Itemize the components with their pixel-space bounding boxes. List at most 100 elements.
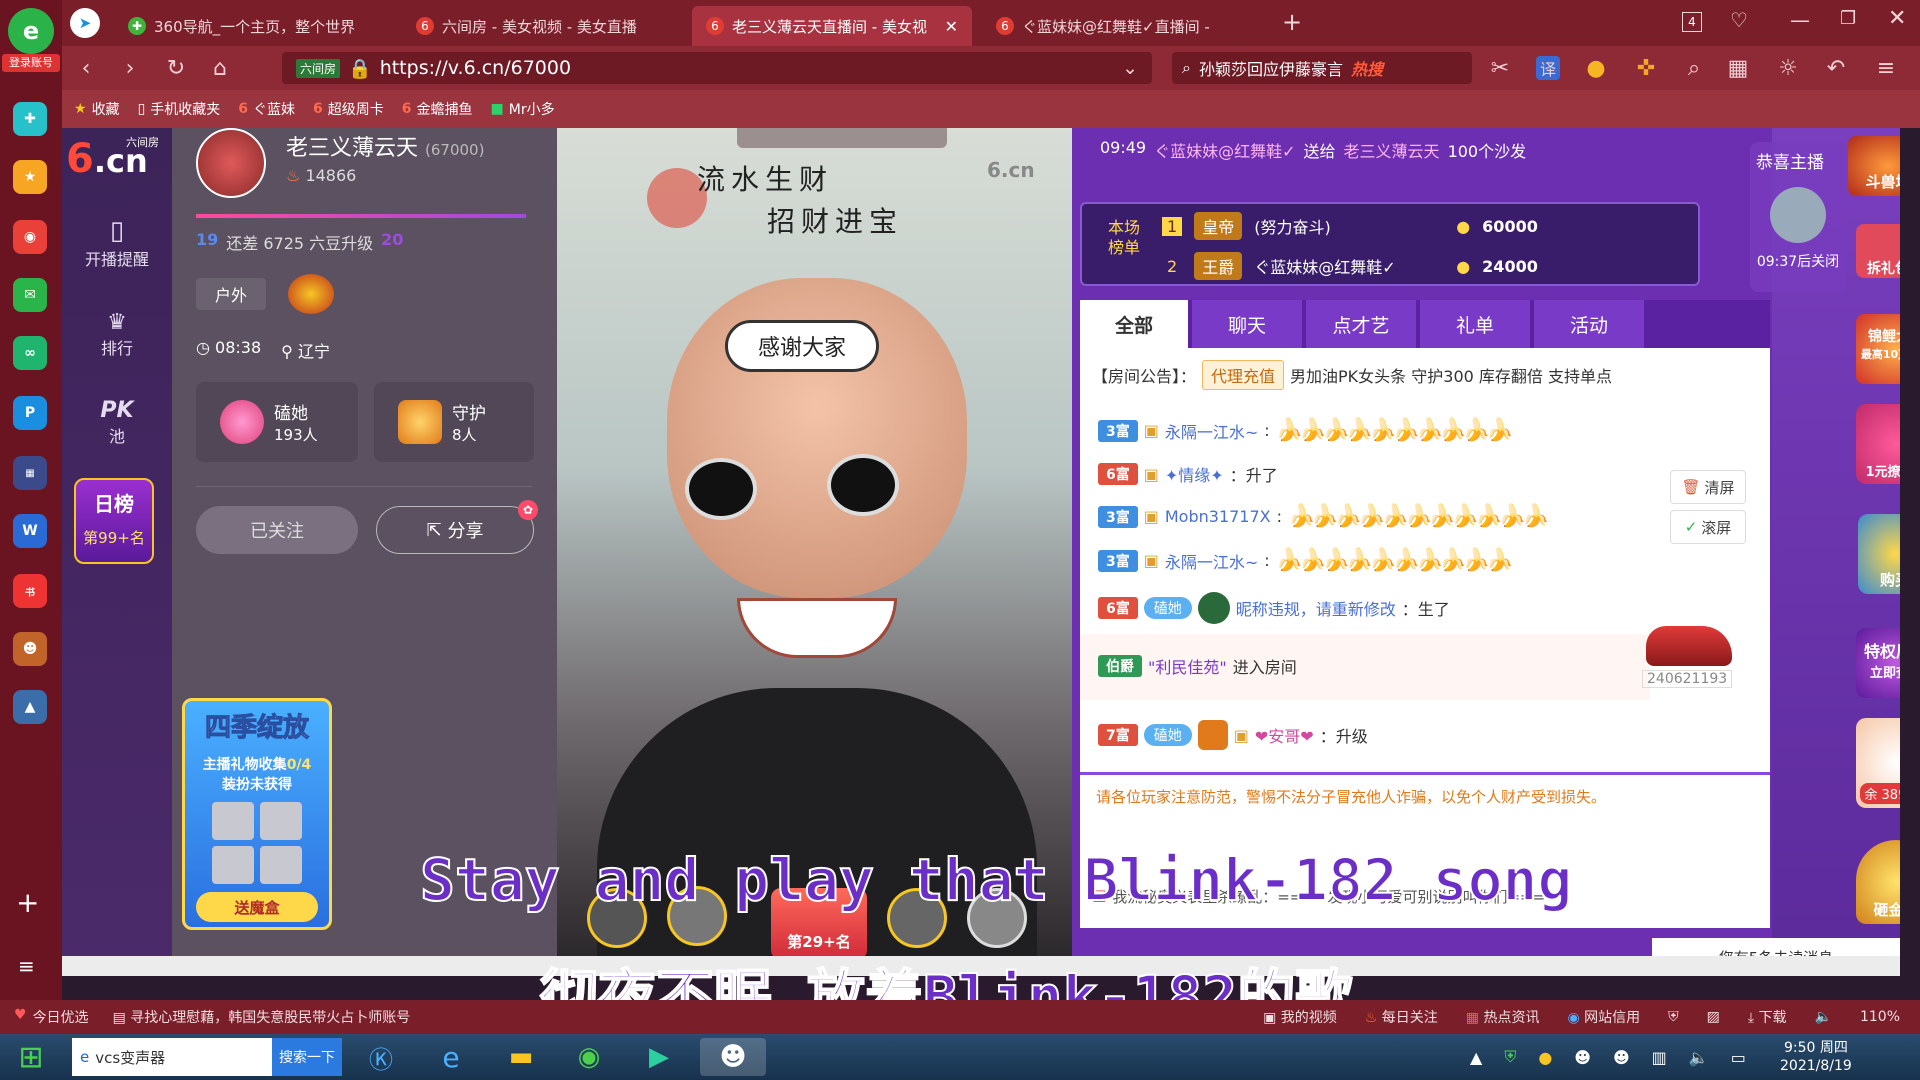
close-window-icon[interactable]: ✕ — [1888, 6, 1906, 31]
send-box-button[interactable]: 送魔盒 — [196, 892, 318, 922]
restore-icon[interactable]: ❐ — [1840, 8, 1856, 29]
network-icon[interactable]: ▥ — [1652, 1048, 1667, 1067]
brightness-icon[interactable]: ☼ — [1774, 54, 1802, 82]
notification-icon[interactable]: ▭ — [1731, 1048, 1746, 1067]
p-icon[interactable]: P — [13, 396, 47, 430]
url-field[interactable]: 六间房 🔒 https://v.6.cn/67000 ⌄ — [282, 52, 1152, 84]
bookmark-item[interactable]: 6 ぐ蓝妹 — [238, 99, 295, 119]
tab-count-badge[interactable]: 4 — [1682, 12, 1702, 32]
tab-current-room[interactable]: 6 老三义薄云天直播间 - 美女视 ✕ — [692, 6, 972, 46]
town-icon[interactable]: ▲ — [13, 690, 47, 724]
taskbar-search[interactable]: e vcs变声器 — [72, 1038, 272, 1076]
tray-app-icon[interactable]: ● — [1538, 1048, 1552, 1067]
buy-button[interactable]: 购买 — [1858, 514, 1900, 594]
guard-button[interactable]: 守护 8人 — [374, 382, 534, 462]
shop-icon[interactable]: 书 — [13, 574, 47, 608]
k-app-icon[interactable]: Ⓚ — [356, 1038, 406, 1076]
golden-egg-button[interactable]: 砸金蛋 — [1856, 840, 1900, 924]
bookmark-favorites[interactable]: ★ 收藏 — [74, 99, 120, 119]
mail-icon[interactable]: ✉ — [13, 278, 47, 312]
volume-icon[interactable]: 🔈 — [1689, 1048, 1709, 1067]
site-credit-link[interactable]: ◉ 网站信用 — [1567, 1007, 1640, 1027]
split-bar[interactable] — [1080, 772, 1770, 775]
weibo-icon[interactable]: ◉ — [13, 220, 47, 254]
player-icon[interactable]: ▶ — [634, 1038, 684, 1076]
browser-360-icon[interactable]: ◉ — [564, 1038, 614, 1076]
bookmark-mobile[interactable]: ▯ 手机收藏夹 — [138, 99, 221, 119]
search-field[interactable]: ⌕ 孙颖莎回应伊藤豪言 热搜 — [1172, 52, 1472, 84]
menu-icon[interactable]: ≡ — [18, 954, 35, 978]
nav-ranking[interactable]: ♛ 排行 — [62, 310, 172, 359]
folder-icon[interactable]: ▬ — [496, 1038, 546, 1076]
lucky-cat[interactable]: 余 3897份 — [1856, 718, 1900, 808]
bookmark-item[interactable]: 6 金蟾捕鱼 — [402, 99, 473, 119]
zoom-level[interactable]: 110% — [1860, 1009, 1900, 1025]
download-link[interactable]: ⤓ 下载 — [1748, 1007, 1787, 1027]
daily-follow-link[interactable]: ♨ 每日关注 — [1365, 1007, 1438, 1027]
avatar[interactable] — [196, 128, 266, 198]
browser-logo-icon[interactable]: e — [8, 8, 54, 54]
arena-button[interactable]: 斗兽场 — [1848, 136, 1900, 196]
category-tag[interactable]: 户外 — [196, 278, 266, 310]
add-icon[interactable]: + — [16, 886, 39, 919]
refresh-icon[interactable]: ↻ — [162, 54, 190, 82]
dropdown-icon[interactable]: ⌄ — [1122, 57, 1138, 79]
link-icon[interactable]: ∞ — [13, 336, 47, 370]
tab-all[interactable]: 全部 — [1080, 300, 1188, 348]
gamepad-icon[interactable]: ✜ — [1632, 54, 1660, 82]
tab-chat[interactable]: 聊天 — [1192, 300, 1302, 348]
leaderboard-row[interactable]: 1 皇帝 (努力奋斗) ● 60000 — [1162, 212, 1538, 240]
news-ticker[interactable]: ▤ 寻找心理慰藉，韩国失意股民带火占卜师账号 — [113, 1007, 411, 1027]
home-icon[interactable]: ⌂ — [206, 54, 234, 82]
nav-live-reminder[interactable]: ▯ 开播提醒 — [62, 216, 172, 270]
koi-prize[interactable]: 锦鲤大奖最高10万六币 — [1856, 314, 1900, 384]
privilege-card[interactable]: 特权周卡立即查看 — [1856, 628, 1900, 698]
bookmark-item[interactable]: 6 超级周卡 — [313, 99, 384, 119]
navigate-icon[interactable]: ➤ — [70, 8, 100, 38]
qq-icon[interactable]: ☻ — [1613, 1048, 1630, 1067]
share-button[interactable]: ⇱ 分享 — [376, 506, 534, 554]
coin-icon[interactable]: ● — [1582, 54, 1610, 82]
tab-talent[interactable]: 点才艺 — [1306, 300, 1416, 348]
active-app-icon[interactable]: ☻ — [700, 1038, 766, 1076]
nav-pk-pool[interactable]: PK 池 — [62, 398, 172, 447]
forward-icon[interactable]: › — [116, 54, 144, 82]
scissors-icon[interactable]: ✂ — [1486, 54, 1514, 82]
today-picks[interactable]: ♥ 今日优选 — [14, 1007, 89, 1027]
close-tab-icon[interactable]: ✕ — [937, 17, 958, 36]
clear-screen-button[interactable]: 🗑 清屏 — [1670, 470, 1746, 504]
tray-arrow-icon[interactable]: ▲ — [1470, 1048, 1482, 1067]
my-video-link[interactable]: ▣ 我的视频 — [1263, 1007, 1337, 1027]
login-button[interactable]: 登录账号 — [2, 54, 60, 72]
zoom-search-icon[interactable]: ⌕ — [1680, 54, 1708, 82]
scroll-screen-button[interactable]: ✓ 滚屏 — [1670, 510, 1746, 544]
app-icon[interactable]: ✚ — [13, 102, 47, 136]
gift-pack-button[interactable]: 拆礼包 — [1856, 224, 1900, 278]
congrats-card[interactable]: 恭喜主播 09:37后关闭 — [1750, 142, 1846, 292]
document-icon[interactable]: W — [13, 514, 47, 548]
daily-rank-card[interactable]: 日榜 第99+名 — [74, 478, 154, 564]
translate-button[interactable]: 译 — [1536, 56, 1560, 80]
back-icon[interactable]: ‹ — [72, 54, 100, 82]
promo-card[interactable]: 四季绽放 主播礼物收集0/4 装扮未获得 送魔盒 — [182, 698, 332, 930]
search-button[interactable]: 搜索一下 — [272, 1038, 342, 1076]
character-icon[interactable]: ☻ — [13, 632, 47, 666]
tab-360[interactable]: ✚ 360导航_一个主页，整个世界 — [114, 6, 394, 46]
image-icon[interactable]: ▨ — [1707, 1009, 1720, 1025]
star-icon[interactable]: ★ — [13, 160, 47, 194]
ie-icon[interactable]: e — [426, 1038, 476, 1076]
leaderboard-row[interactable]: 2 王爵 ぐ蓝妹妹@红舞鞋✓ ● 24000 — [1162, 252, 1538, 280]
bookmark-item[interactable]: ■ Mr小多 — [491, 99, 555, 119]
tab-6cn[interactable]: 6 六间房 - 美女视频 - 美女直播 — [402, 6, 682, 46]
followed-button[interactable]: 已关注 — [196, 506, 358, 554]
speaker-icon[interactable]: 🔈 — [1815, 1009, 1832, 1025]
tab-other-room[interactable]: 6 ぐ蓝妹妹@红舞鞋✓直播间 - — [982, 6, 1282, 46]
hot-news-link[interactable]: ▦ 热点资讯 — [1466, 1007, 1540, 1027]
game-icon[interactable]: ▦ — [13, 456, 47, 490]
clock[interactable]: 9:50 周四 2021/8/19 — [1780, 1038, 1852, 1076]
fans-group-button[interactable]: 磕她 193人 — [196, 382, 358, 462]
new-tab-icon[interactable]: + — [1282, 8, 1302, 36]
grid-icon[interactable]: ▦ — [1724, 54, 1752, 82]
undo-icon[interactable]: ↶ — [1822, 54, 1850, 82]
shield-icon[interactable]: ⛨ — [1504, 1047, 1516, 1067]
